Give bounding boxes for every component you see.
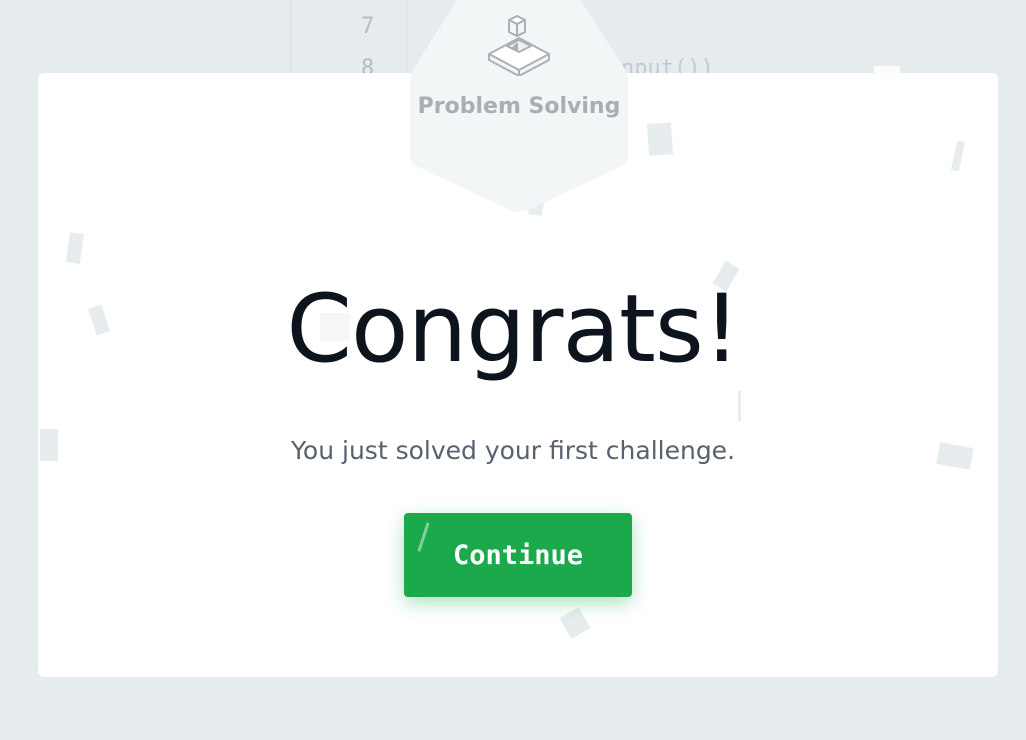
- confetti-piece: [65, 232, 85, 264]
- problem-solving-badge: Problem Solving: [410, 0, 628, 214]
- congrats-title: Congrats!: [286, 275, 740, 384]
- confetti-piece: [950, 140, 966, 172]
- confetti-piece: [874, 66, 900, 80]
- badge-label: Problem Solving: [417, 94, 621, 119]
- congrats-message: You just solved your first challenge.: [290, 436, 736, 465]
- confetti-piece: [559, 607, 591, 639]
- confetti-piece: [738, 391, 741, 421]
- confetti-piece: [646, 122, 674, 156]
- problem-solving-icon: [485, 10, 551, 80]
- line-number: 7: [361, 14, 375, 39]
- gutter-divider: [406, 0, 407, 80]
- continue-button[interactable]: Continue: [404, 513, 632, 597]
